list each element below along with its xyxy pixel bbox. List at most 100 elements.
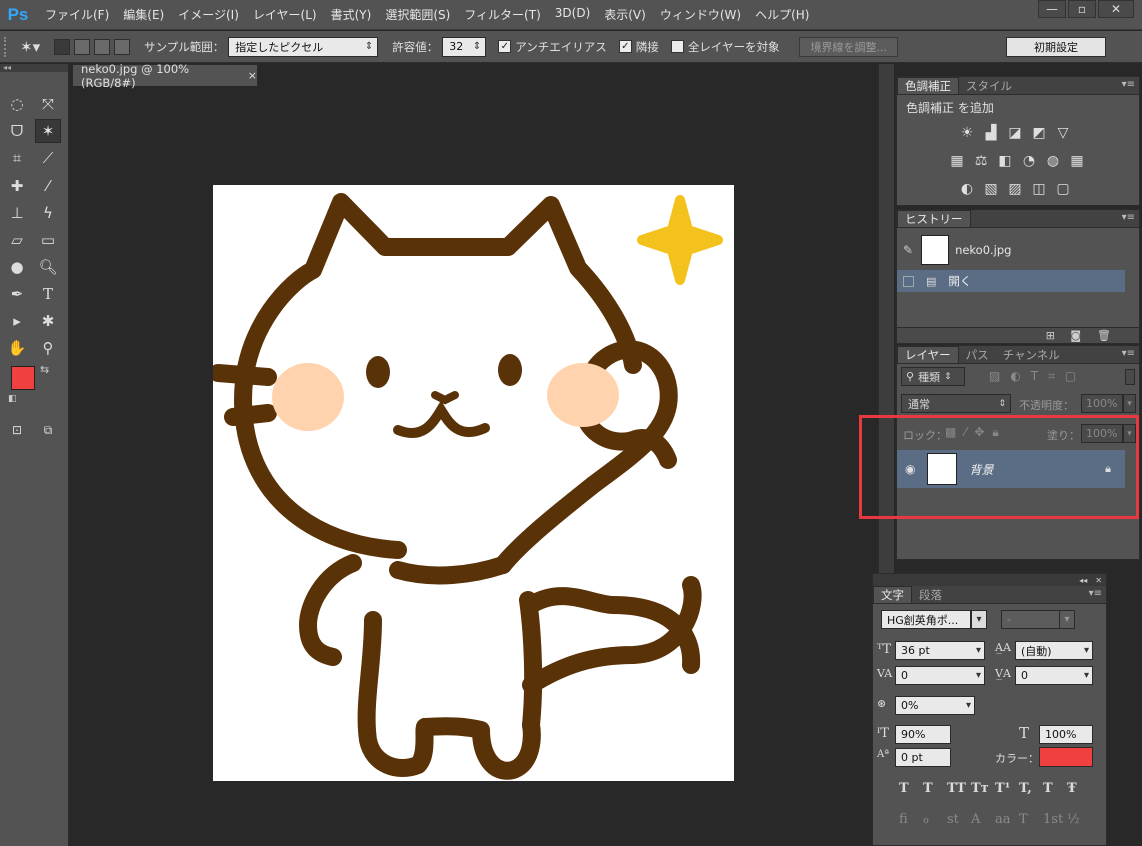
- add-selection-icon[interactable]: [74, 38, 91, 55]
- gradient-map-icon[interactable]: ◫: [1029, 181, 1049, 197]
- text-style-button[interactable]: T: [899, 781, 909, 796]
- lasso-tool-icon[interactable]: ᗜ: [4, 119, 30, 143]
- tab-paragraph[interactable]: 段落: [912, 586, 949, 603]
- curves-icon[interactable]: ◪: [1005, 125, 1025, 141]
- exposure-icon[interactable]: ◩: [1029, 125, 1049, 141]
- history-item[interactable]: ▤ 開く: [897, 270, 1125, 292]
- blur-tool-icon[interactable]: ●: [4, 255, 30, 279]
- opacity-input[interactable]: 100%: [1081, 394, 1123, 413]
- healing-brush-tool-icon[interactable]: ✚: [4, 174, 30, 198]
- magic-wand-tool-icon[interactable]: ✶: [35, 119, 61, 143]
- tolerance-input[interactable]: 32: [442, 36, 487, 57]
- menu-item[interactable]: 3D(D): [548, 6, 597, 23]
- brush-tool-icon[interactable]: ⁄: [35, 174, 61, 198]
- color-balance-icon[interactable]: ⚖: [971, 153, 991, 169]
- text-style-button[interactable]: T: [1043, 781, 1053, 796]
- brightness-icon[interactable]: ☀: [957, 125, 977, 141]
- tab-history[interactable]: ヒストリー: [897, 210, 971, 227]
- color-lookup-icon[interactable]: ▦: [1067, 153, 1087, 169]
- text-style-button[interactable]: T,: [1019, 781, 1032, 796]
- font-family-select[interactable]: HG創英角ポ...: [881, 610, 971, 629]
- menu-item[interactable]: フィルター(T): [457, 6, 547, 23]
- tab-character[interactable]: 文字: [873, 586, 912, 603]
- sample-size-select[interactable]: 指定したピクセル: [228, 36, 379, 57]
- text-style-button[interactable]: T: [923, 781, 933, 796]
- panel-menu-icon[interactable]: ▾≡: [1122, 348, 1135, 359]
- antialias-checkbox[interactable]: ✓: [498, 40, 512, 53]
- hue-icon[interactable]: ▦: [947, 153, 967, 169]
- menu-item[interactable]: ウィンドウ(W): [653, 6, 748, 23]
- opentype-button[interactable]: aa: [995, 812, 1011, 827]
- workspace-select[interactable]: 初期設定: [1006, 36, 1106, 57]
- opentype-button[interactable]: ½: [1067, 812, 1080, 827]
- font-style-select[interactable]: -: [1001, 610, 1061, 629]
- history-brush-tool-icon[interactable]: ϟ: [35, 201, 61, 225]
- close-button[interactable]: ✕: [1098, 0, 1134, 18]
- blend-mode-select[interactable]: 通常 ⇕: [901, 394, 1011, 413]
- menu-item[interactable]: 書式(Y): [324, 6, 379, 23]
- history-state-checkbox[interactable]: [903, 275, 914, 287]
- tab-channels[interactable]: チャンネル: [996, 346, 1067, 363]
- bw-icon[interactable]: ◧: [995, 153, 1015, 169]
- channel-mixer-icon[interactable]: ◍: [1043, 153, 1063, 169]
- text-style-button[interactable]: Ŧ: [1067, 781, 1077, 796]
- all-layers-checkbox[interactable]: [670, 40, 684, 53]
- move-tool-icon[interactable]: ⤧: [35, 92, 61, 116]
- menu-item[interactable]: レイヤー(L): [246, 6, 324, 23]
- new-selection-icon[interactable]: [54, 38, 71, 55]
- clone-stamp-tool-icon[interactable]: ⊥: [4, 201, 30, 225]
- panel-menu-icon[interactable]: ▾≡: [1122, 79, 1135, 90]
- path-selection-tool-icon[interactable]: ▸: [4, 309, 30, 333]
- panel-menu-icon[interactable]: ▾≡: [1089, 588, 1102, 599]
- opacity-dropdown[interactable]: ▾: [1123, 394, 1136, 413]
- screen-mode-icon[interactable]: ⧉: [35, 418, 61, 442]
- pen-tool-icon[interactable]: ✒: [4, 282, 30, 306]
- kerning-input[interactable]: 0: [895, 666, 985, 685]
- tab-styles[interactable]: スタイル: [959, 77, 1019, 94]
- swap-colors-icon[interactable]: ⇆: [40, 363, 49, 376]
- restore-button[interactable]: ▫: [1068, 0, 1096, 18]
- posterize-icon[interactable]: ▧: [981, 181, 1001, 197]
- quick-mask-icon[interactable]: ⊡: [4, 418, 30, 442]
- opentype-button[interactable]: A: [971, 812, 980, 827]
- photo-filter-icon[interactable]: ◔: [1019, 153, 1039, 169]
- refine-edge-button[interactable]: 境界線を調整...: [799, 36, 898, 57]
- hand-tool-icon[interactable]: ✋: [4, 336, 30, 360]
- panel-menu-icon[interactable]: ▾≡: [1122, 212, 1135, 223]
- text-style-button[interactable]: TT: [947, 781, 966, 796]
- shape-tool-icon[interactable]: ✱: [35, 309, 61, 333]
- camera-icon[interactable]: ◙: [1070, 329, 1081, 342]
- vertical-scale-input[interactable]: 90%: [895, 725, 951, 744]
- horizontal-scale-input[interactable]: 100%: [1039, 725, 1093, 744]
- menu-item[interactable]: 選択範囲(S): [378, 6, 457, 23]
- opentype-button[interactable]: ℴ: [923, 812, 929, 827]
- tab-adjustments[interactable]: 色調補正: [897, 77, 959, 94]
- document-tab[interactable]: neko0.jpg @ 100% (RGB/8#) ×: [72, 62, 258, 90]
- new-document-from-state-icon[interactable]: ⊞: [1046, 329, 1055, 342]
- tracking-input[interactable]: 0: [1015, 666, 1093, 685]
- opentype-button[interactable]: st: [947, 812, 959, 827]
- document-canvas[interactable]: [209, 185, 734, 781]
- menu-item[interactable]: ヘルプ(H): [748, 6, 816, 23]
- dodge-tool-icon[interactable]: 🔍︎: [35, 255, 61, 279]
- menu-item[interactable]: 編集(E): [116, 6, 171, 23]
- collapse-panel-icon[interactable]: ◂◂: [1079, 576, 1087, 585]
- default-colors-icon[interactable]: ◧: [8, 394, 17, 404]
- collapse-toolbar-icon[interactable]: ◂◂: [0, 64, 68, 72]
- layer-filter-select[interactable]: ⚲ 種類 ⇕: [901, 367, 965, 386]
- text-color-swatch[interactable]: [1039, 747, 1093, 767]
- document-close-icon[interactable]: ×: [248, 69, 257, 82]
- crop-tool-icon[interactable]: ⌗: [4, 146, 30, 170]
- tsume-input[interactable]: 0%: [895, 696, 975, 715]
- opentype-button[interactable]: T: [1019, 812, 1028, 827]
- intersect-selection-icon[interactable]: [114, 38, 131, 55]
- font-family-dropdown[interactable]: ▾: [971, 610, 987, 629]
- magic-wand-preset-icon[interactable]: ✶▾: [20, 38, 40, 56]
- menu-item[interactable]: 表示(V): [597, 6, 653, 23]
- baseline-shift-input[interactable]: 0 pt: [895, 748, 951, 767]
- minimize-button[interactable]: —: [1038, 0, 1066, 18]
- trash-icon[interactable]: 🗑︎: [1097, 329, 1111, 342]
- opentype-button[interactable]: 1st: [1043, 812, 1063, 827]
- type-tool-icon[interactable]: T: [35, 282, 61, 306]
- gradient-tool-icon[interactable]: ▭: [35, 228, 61, 252]
